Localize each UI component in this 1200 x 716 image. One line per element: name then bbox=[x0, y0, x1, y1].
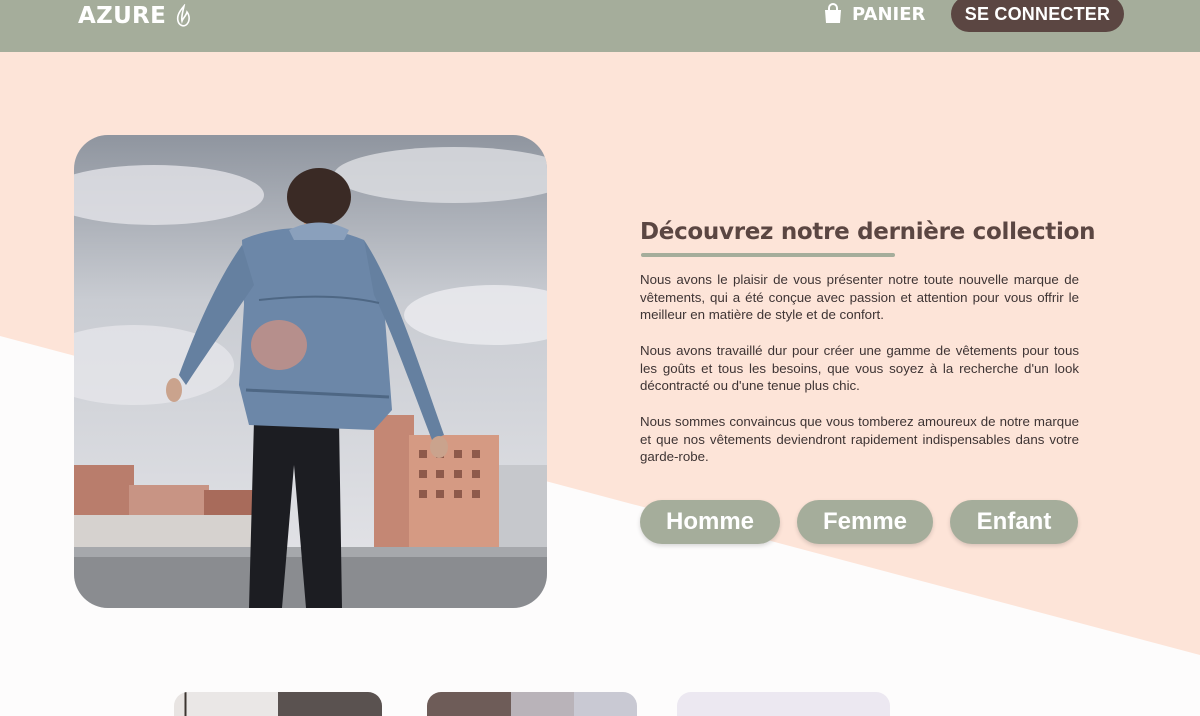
brand-logo[interactable]: AZURE bbox=[78, 2, 194, 30]
man-denim-jacket-photo bbox=[74, 135, 547, 608]
cart-link[interactable]: PANIER bbox=[822, 2, 925, 26]
product-card-2[interactable] bbox=[427, 692, 637, 716]
title-underline bbox=[641, 253, 895, 257]
intro-paragraph-3: Nous sommes convaincus que vous tomberez… bbox=[640, 414, 1079, 465]
femme-category-button[interactable]: Femme bbox=[797, 500, 933, 544]
login-button[interactable]: SE CONNECTER bbox=[951, 0, 1124, 32]
intro-paragraph-1: Nous avons le plaisir de vous présenter … bbox=[640, 272, 1079, 323]
hero-image bbox=[74, 135, 547, 608]
product-card-3[interactable] bbox=[677, 692, 890, 716]
product-card-1[interactable] bbox=[174, 692, 382, 716]
intro-paragraph-2: Nous avons travaillé dur pour créer une … bbox=[640, 343, 1079, 394]
shopping-bag-icon bbox=[825, 3, 841, 23]
leaf-drop-icon bbox=[176, 4, 191, 27]
brand-name: AZURE bbox=[78, 3, 167, 29]
homme-category-button[interactable]: Homme bbox=[640, 500, 780, 544]
enfant-category-button[interactable]: Enfant bbox=[950, 500, 1078, 544]
collection-title: Découvrez notre dernière collection bbox=[640, 219, 1096, 245]
top-navbar: AZURE PANIER SE CONNECTER bbox=[0, 0, 1200, 52]
cart-label: PANIER bbox=[852, 3, 926, 25]
